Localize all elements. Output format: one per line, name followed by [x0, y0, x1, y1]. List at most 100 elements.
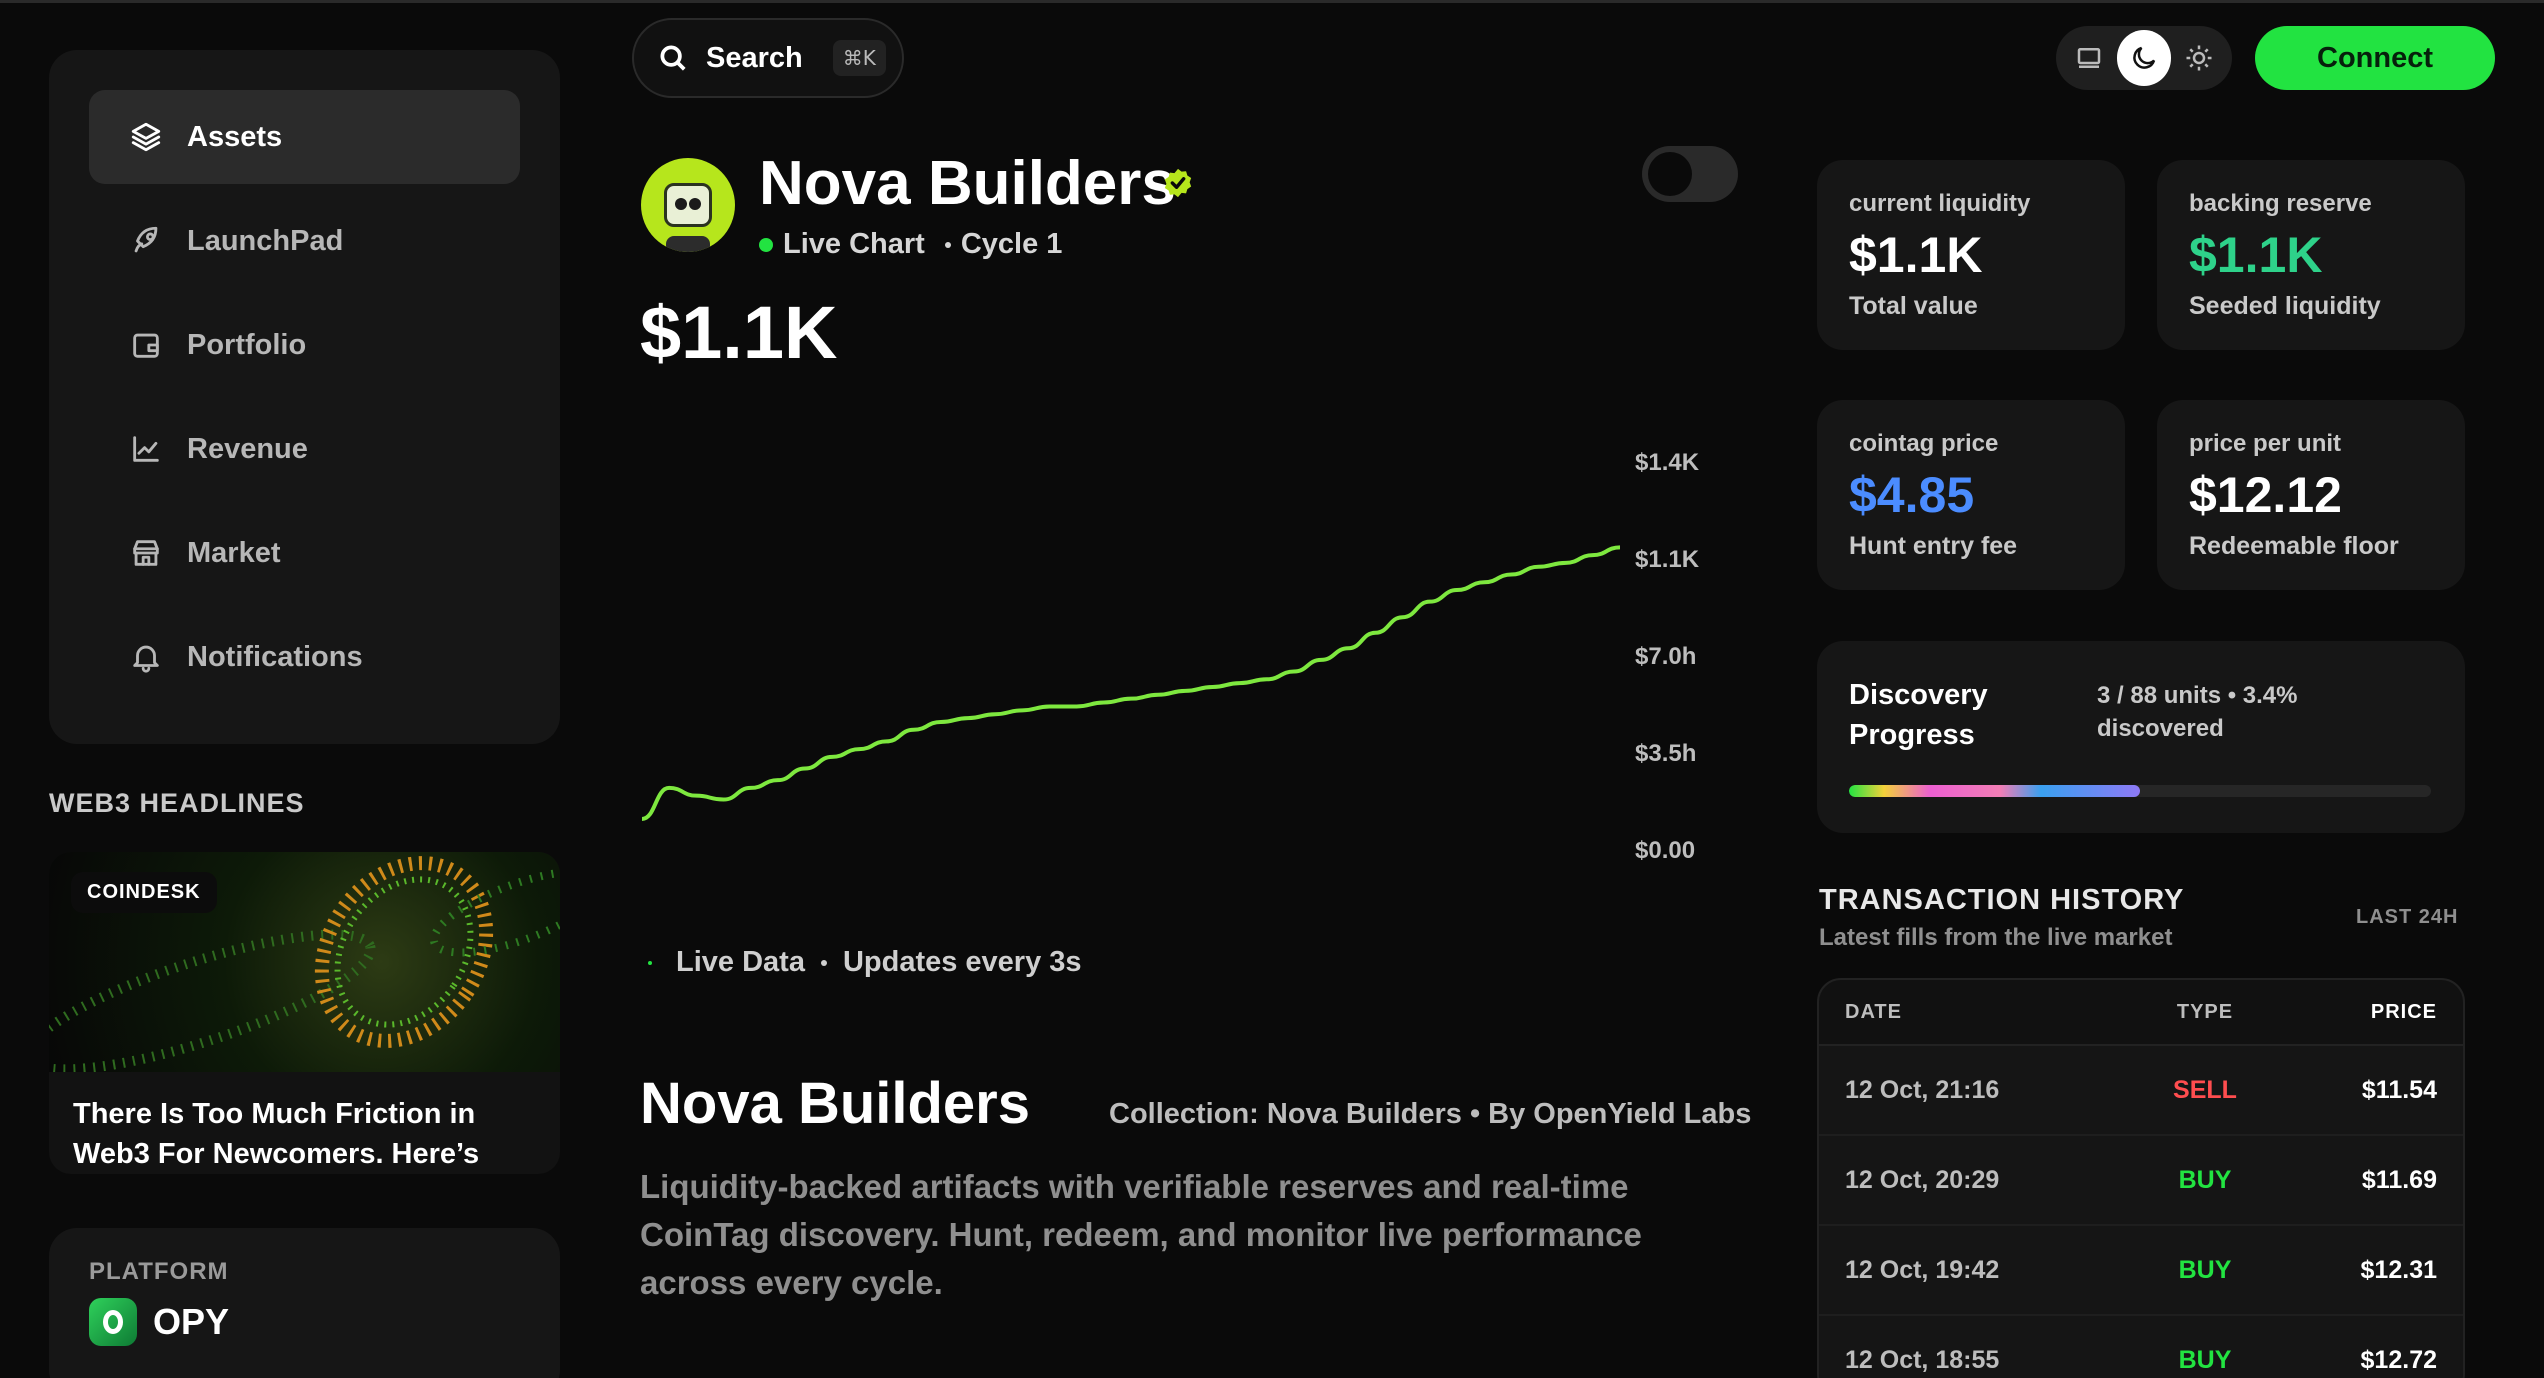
tx-price: $11.69 [2361, 1165, 2437, 1194]
y-tick-label: $0.00 [1635, 837, 1695, 864]
tx-date: 12 Oct, 20:29 [1845, 1165, 2000, 1194]
stat-value: $4.85 [1849, 467, 1975, 523]
search-button[interactable]: Search ⌘K [632, 18, 904, 98]
tx-date: 12 Oct, 18:55 [1845, 1345, 2000, 1374]
column-header-type: TYPE [2176, 1000, 2234, 1023]
sidebar-item-label: Market [187, 536, 281, 569]
tx-type: SELL [2173, 1075, 2237, 1104]
robot-mascot-icon [664, 183, 712, 227]
sidebar-item-label: Assets [187, 120, 283, 153]
sun-icon [2186, 45, 2212, 71]
line-chart-icon [133, 436, 159, 462]
rocket-icon [134, 226, 158, 253]
progress-title: Discovery Progress [1849, 679, 1988, 751]
progress-bar-fill [1849, 785, 2140, 797]
platform-label: PLATFORM [89, 1258, 229, 1285]
stat-label: current liquidity [1849, 190, 2031, 217]
column-header-price: PRICE [2370, 1000, 2437, 1023]
y-tick-label: $3.5h [1635, 740, 1696, 767]
progress-meta: 3 / 88 units • 3.4% discovered [2097, 682, 2298, 742]
tx-date: 12 Oct, 19:42 [1845, 1255, 2000, 1284]
stat-value: $12.12 [2189, 467, 2342, 523]
sidebar-item-portfolio[interactable]: Portfolio [89, 298, 520, 392]
platform-card: PLATFORM OPY [49, 1228, 560, 1378]
sidebar-item-market[interactable]: Market [89, 506, 520, 600]
bell-icon [133, 645, 159, 673]
tx-price: $11.54 [2361, 1075, 2437, 1104]
sidebar-item-assets[interactable]: Assets [89, 90, 520, 184]
sidebar: Assets LaunchPad Portfolio Revenue Marke… [49, 50, 560, 744]
sidebar-item-label: LaunchPad [187, 224, 344, 257]
tx-type: BUY [2178, 1345, 2232, 1374]
moon-icon [2133, 46, 2156, 69]
y-tick-label: $1.4K [1635, 449, 1700, 476]
update-interval-label: Updates every 3s [842, 946, 1082, 978]
table-row[interactable]: 12 Oct, 21:16 SELL $11.54 [1819, 1046, 2463, 1136]
stat-backing-reserve: backing reserve $1.1K Seeded liquidity [2157, 160, 2465, 350]
verified-badge-icon [1164, 168, 1192, 198]
layers-icon [131, 122, 161, 152]
headlines-title: WEB3 HEADLINES [49, 788, 305, 818]
section-title: Nova Builders [640, 1071, 1030, 1136]
stat-label: price per unit [2189, 430, 2342, 457]
platform-logo-icon [89, 1298, 137, 1346]
theme-light-option[interactable] [2171, 30, 2226, 86]
table-row[interactable]: 12 Oct, 19:42 BUY $12.31 [1819, 1226, 2463, 1316]
live-data-dot [648, 960, 652, 965]
sidebar-item-label: Notifications [187, 640, 363, 673]
connect-button[interactable]: Connect [2255, 26, 2495, 90]
current-price: $1.1K [640, 291, 838, 374]
separator-dot [820, 959, 827, 966]
y-tick-label: $1.1K [1635, 546, 1700, 573]
transaction-range-label[interactable]: LAST 24H [2356, 906, 2458, 929]
column-header-date: DATE [1845, 1000, 1902, 1023]
tx-date: 12 Oct, 21:16 [1845, 1075, 2000, 1104]
table-row[interactable]: 12 Oct, 20:29 BUY $11.69 [1819, 1136, 2463, 1226]
sidebar-item-launchpad[interactable]: LaunchPad [89, 194, 520, 288]
title-subline: Live Chart Cycle 1 [759, 228, 1062, 261]
tx-type: BUY [2178, 1255, 2232, 1284]
price-line-chart: $1.4K $1.1K $7.0h $3.5h $0.00 [641, 449, 1700, 864]
news-headline[interactable]: There Is Too Much Friction in Web3 For N… [49, 1072, 560, 1174]
sidebar-item-notifications[interactable]: Notifications [89, 610, 520, 704]
platform-name: OPY [153, 1301, 230, 1342]
stat-label: cointag price [1849, 430, 1999, 457]
sidebar-item-revenue[interactable]: Revenue [89, 402, 520, 496]
discovery-progress-card: Discovery Progress 3 / 88 units • 3.4% d… [1817, 641, 2465, 833]
collection-description: Liquidity-backed artifacts with verifiab… [640, 1168, 1642, 1301]
stat-sub: Redeemable floor [2189, 532, 2399, 560]
wallet-icon [133, 333, 159, 358]
stat-current-liquidity: current liquidity $1.1K Total value [1817, 160, 2125, 350]
stat-sub: Seeded liquidity [2189, 292, 2381, 320]
y-tick-label: $7.0h [1635, 643, 1696, 670]
window-top-border [0, 0, 2544, 3]
theme-dark-option[interactable] [2116, 30, 2172, 86]
stat-sub: Hunt entry fee [1849, 532, 2018, 560]
live-chart-label: Live Chart [783, 228, 925, 260]
theme-system-option[interactable] [2062, 30, 2117, 86]
news-source-badge: COINDESK [71, 872, 217, 913]
search-label: Search [706, 41, 803, 74]
separator-dot [944, 241, 951, 248]
view-toggle[interactable] [1642, 146, 1738, 202]
table-header: DATE TYPE PRICE [1819, 980, 2463, 1046]
transaction-table: DATE TYPE PRICE 12 Oct, 21:16 SELL $11.5… [1817, 978, 2465, 1378]
collection-info: Collection: Nova Builders • By OpenYield… [1109, 1098, 1752, 1130]
stat-label: backing reserve [2189, 190, 2372, 217]
sidebar-item-label: Revenue [187, 432, 308, 465]
transaction-history-subtitle: Latest fills from the live market [1819, 924, 2173, 951]
tx-type: BUY [2178, 1165, 2232, 1194]
store-icon [133, 540, 159, 566]
theme-switch [2056, 26, 2232, 90]
collection-avatar [641, 158, 735, 252]
stat-cointag-price: cointag price $4.85 Hunt entry fee [1817, 400, 2125, 590]
stat-value: $1.1K [2189, 227, 2323, 283]
transaction-history-title: TRANSACTION HISTORY [1819, 884, 2185, 916]
monitor-icon [2078, 48, 2101, 68]
table-row[interactable]: 12 Oct, 18:55 BUY $12.72 [1819, 1316, 2463, 1378]
live-indicator-dot [759, 237, 773, 252]
news-card[interactable]: COINDESK There Is Too Much Friction in W… [49, 852, 560, 1174]
search-shortcut: ⌘K [832, 40, 886, 76]
progress-bar [1849, 785, 2431, 797]
live-data-label: Live Data [676, 946, 805, 978]
